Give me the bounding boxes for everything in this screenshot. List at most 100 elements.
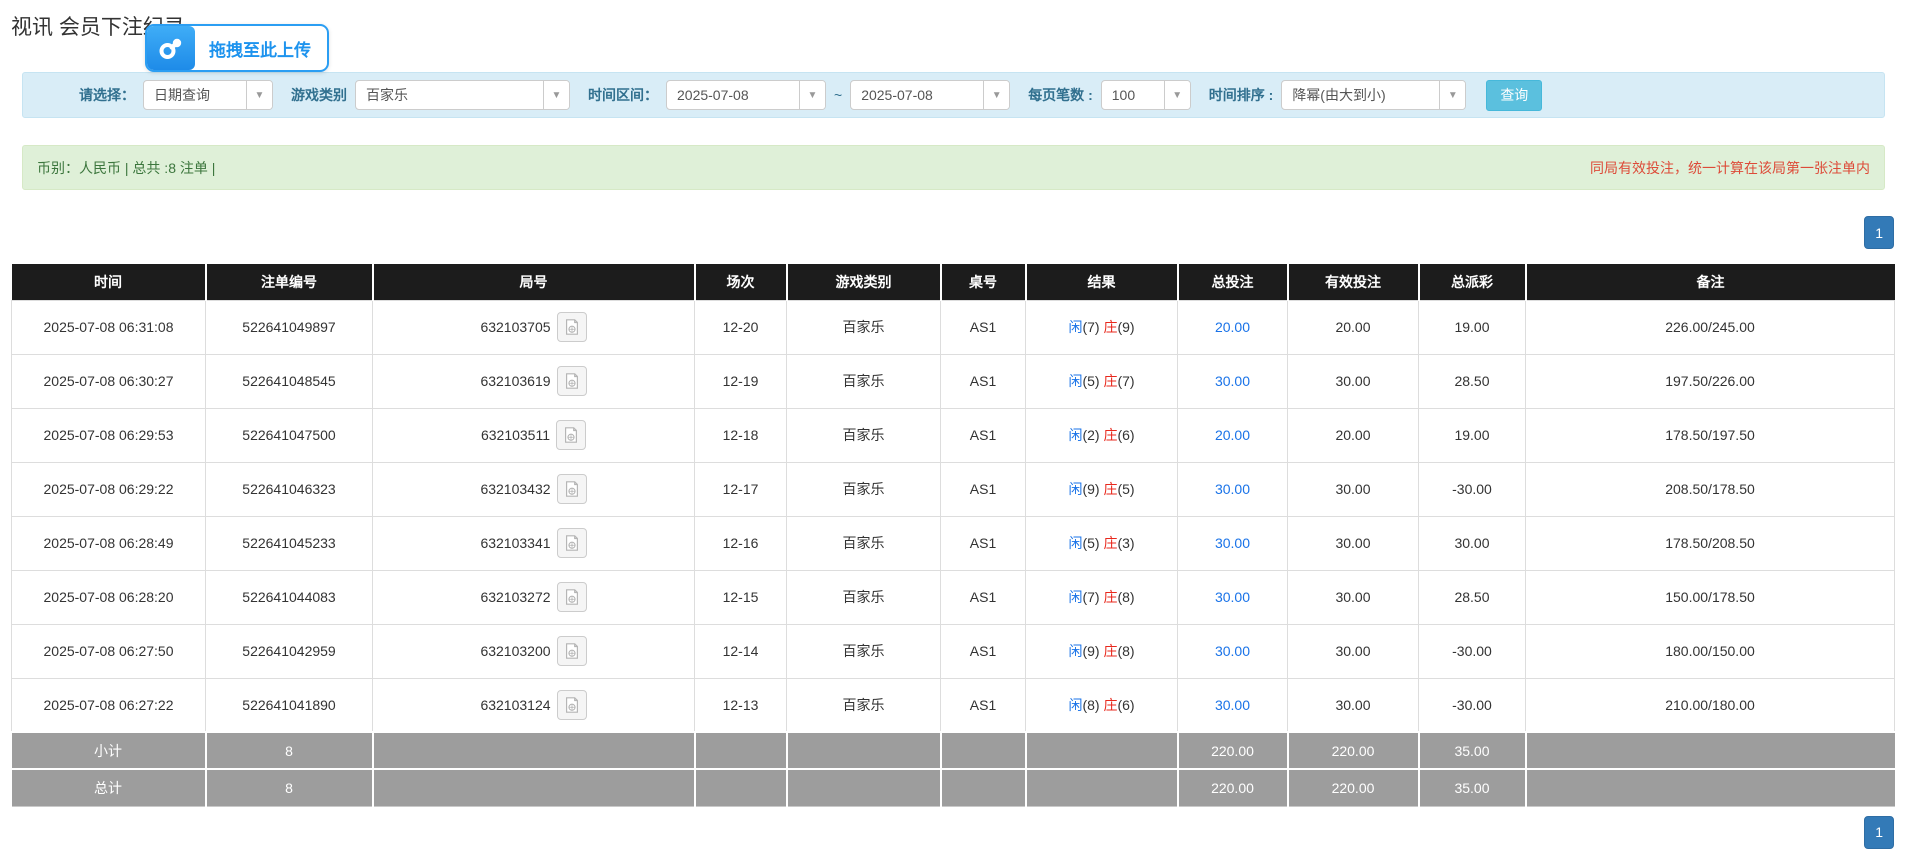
footer-valid-bet: 220.00	[1288, 769, 1419, 806]
cell-game-type: 百家乐	[787, 516, 941, 570]
content-area: 视讯 会员下注纪录 拖拽至此上传 请选择： 日期查询 ▼ 游戏类别 百家乐 ▼ …	[0, 0, 1905, 849]
footer-payout: 35.00	[1419, 769, 1526, 806]
cell-session: 12-15	[695, 570, 787, 624]
round-number-text: 632103705	[480, 319, 550, 335]
cell-session: 12-16	[695, 516, 787, 570]
cell-total-bet: 30.00	[1178, 462, 1288, 516]
table-row: 2025-07-08 06:29:22522641046323632103432…	[12, 462, 1895, 516]
footer-payout: 35.00	[1419, 732, 1526, 769]
result-banker-value: (5)	[1117, 481, 1134, 497]
date-from-value: 2025-07-08	[667, 87, 799, 103]
column-header: 桌号	[941, 264, 1026, 300]
total-bet-link[interactable]: 20.00	[1215, 319, 1250, 335]
page-1-button[interactable]: 1	[1864, 216, 1894, 249]
chevron-down-icon[interactable]: ▼	[1164, 81, 1190, 109]
cell-time: 2025-07-08 06:29:53	[12, 408, 206, 462]
result-banker-value: (6)	[1117, 427, 1134, 443]
total-bet-link[interactable]: 30.00	[1215, 481, 1250, 497]
cell-bet-number: 522641041890	[206, 678, 373, 732]
subtotal-row: 小计8220.00220.0035.00	[12, 732, 1895, 769]
round-number-text: 632103341	[480, 535, 550, 551]
result-banker-value: (9)	[1117, 319, 1134, 335]
cell-valid-bet: 30.00	[1288, 678, 1419, 732]
video-replay-button[interactable]	[557, 312, 587, 342]
round-number-text: 632103432	[480, 481, 550, 497]
video-replay-button[interactable]	[557, 528, 587, 558]
cell-valid-bet: 30.00	[1288, 462, 1419, 516]
video-replay-button[interactable]	[556, 420, 586, 450]
total-bet-link[interactable]: 20.00	[1215, 427, 1250, 443]
total-bet-link[interactable]: 30.00	[1215, 697, 1250, 713]
cell-remark: 210.00/180.00	[1526, 678, 1895, 732]
column-header: 局号	[373, 264, 695, 300]
cell-remark: 150.00/178.50	[1526, 570, 1895, 624]
video-replay-button[interactable]	[557, 474, 587, 504]
video-file-icon	[563, 480, 581, 498]
chevron-down-icon[interactable]: ▼	[246, 81, 272, 109]
time-sort-select[interactable]: 降幂(由大到小) ▼	[1281, 80, 1466, 110]
cell-valid-bet: 30.00	[1288, 516, 1419, 570]
column-header: 游戏类别	[787, 264, 941, 300]
cell-result: 闲(9) 庄(5)	[1026, 462, 1178, 516]
cell-time: 2025-07-08 06:29:22	[12, 462, 206, 516]
drag-upload-dropzone[interactable]: 拖拽至此上传	[145, 24, 329, 72]
table-row: 2025-07-08 06:29:53522641047500632103511…	[12, 408, 1895, 462]
footer-empty-cell	[695, 732, 787, 769]
total-bet-link[interactable]: 30.00	[1215, 535, 1250, 551]
chevron-down-icon[interactable]: ▼	[1439, 81, 1465, 109]
cell-result: 闲(5) 庄(7)	[1026, 354, 1178, 408]
footer-empty-cell	[1526, 769, 1895, 806]
table-row: 2025-07-08 06:28:49522641045233632103341…	[12, 516, 1895, 570]
result-banker-label: 庄	[1103, 643, 1117, 659]
cell-time: 2025-07-08 06:27:50	[12, 624, 206, 678]
query-type-select[interactable]: 日期查询 ▼	[143, 80, 273, 110]
game-type-select[interactable]: 百家乐 ▼	[355, 80, 570, 110]
chevron-down-icon[interactable]: ▼	[543, 81, 569, 109]
footer-label: 小计	[12, 732, 206, 769]
result-banker-value: (8)	[1117, 643, 1134, 659]
date-to-select[interactable]: 2025-07-08 ▼	[850, 80, 1010, 110]
page-size-select[interactable]: 100 ▼	[1101, 80, 1191, 110]
result-player-value: (5)	[1082, 373, 1103, 389]
footer-total-bet: 220.00	[1178, 732, 1288, 769]
video-replay-button[interactable]	[557, 636, 587, 666]
cell-payout: 19.00	[1419, 300, 1526, 354]
table-header-row: 时间注单编号局号场次游戏类别桌号结果总投注有效投注总派彩备注	[12, 264, 1895, 300]
drag-upload-label: 拖拽至此上传	[195, 26, 327, 70]
footer-empty-cell	[787, 769, 941, 806]
cell-session: 12-18	[695, 408, 787, 462]
cell-game-type: 百家乐	[787, 354, 941, 408]
cell-round-number: 632103200	[373, 624, 695, 678]
round-number-wrap: 632103619	[480, 366, 586, 396]
total-bet-link[interactable]: 30.00	[1215, 373, 1250, 389]
video-replay-button[interactable]	[557, 690, 587, 720]
cell-payout: -30.00	[1419, 462, 1526, 516]
chevron-down-icon[interactable]: ▼	[799, 81, 825, 109]
pagination-bottom: 1	[11, 816, 1894, 849]
total-bet-link[interactable]: 30.00	[1215, 643, 1250, 659]
video-replay-button[interactable]	[557, 366, 587, 396]
video-replay-button[interactable]	[557, 582, 587, 612]
cell-total-bet: 30.00	[1178, 354, 1288, 408]
table-body: 2025-07-08 06:31:08522641049897632103705…	[12, 300, 1895, 732]
cell-round-number: 632103272	[373, 570, 695, 624]
total-bet-link[interactable]: 30.00	[1215, 589, 1250, 605]
date-from-select[interactable]: 2025-07-08 ▼	[666, 80, 826, 110]
footer-empty-cell	[941, 769, 1026, 806]
result-player-value: (2)	[1082, 427, 1103, 443]
video-file-icon	[563, 534, 581, 552]
cell-session: 12-13	[695, 678, 787, 732]
cell-table-number: AS1	[941, 570, 1026, 624]
result-banker-label: 庄	[1103, 481, 1117, 497]
result-player-value: (5)	[1082, 535, 1103, 551]
cell-result: 闲(2) 庄(6)	[1026, 408, 1178, 462]
chevron-down-icon[interactable]: ▼	[983, 81, 1009, 109]
result-player-label: 闲	[1068, 535, 1082, 551]
search-button[interactable]: 查询	[1486, 80, 1542, 111]
page-1-button[interactable]: 1	[1864, 816, 1894, 849]
cell-remark: 226.00/245.00	[1526, 300, 1895, 354]
result-player-label: 闲	[1068, 481, 1082, 497]
grandtotal-row: 总计8220.00220.0035.00	[12, 769, 1895, 806]
cell-remark: 197.50/226.00	[1526, 354, 1895, 408]
table-row: 2025-07-08 06:28:20522641044083632103272…	[12, 570, 1895, 624]
